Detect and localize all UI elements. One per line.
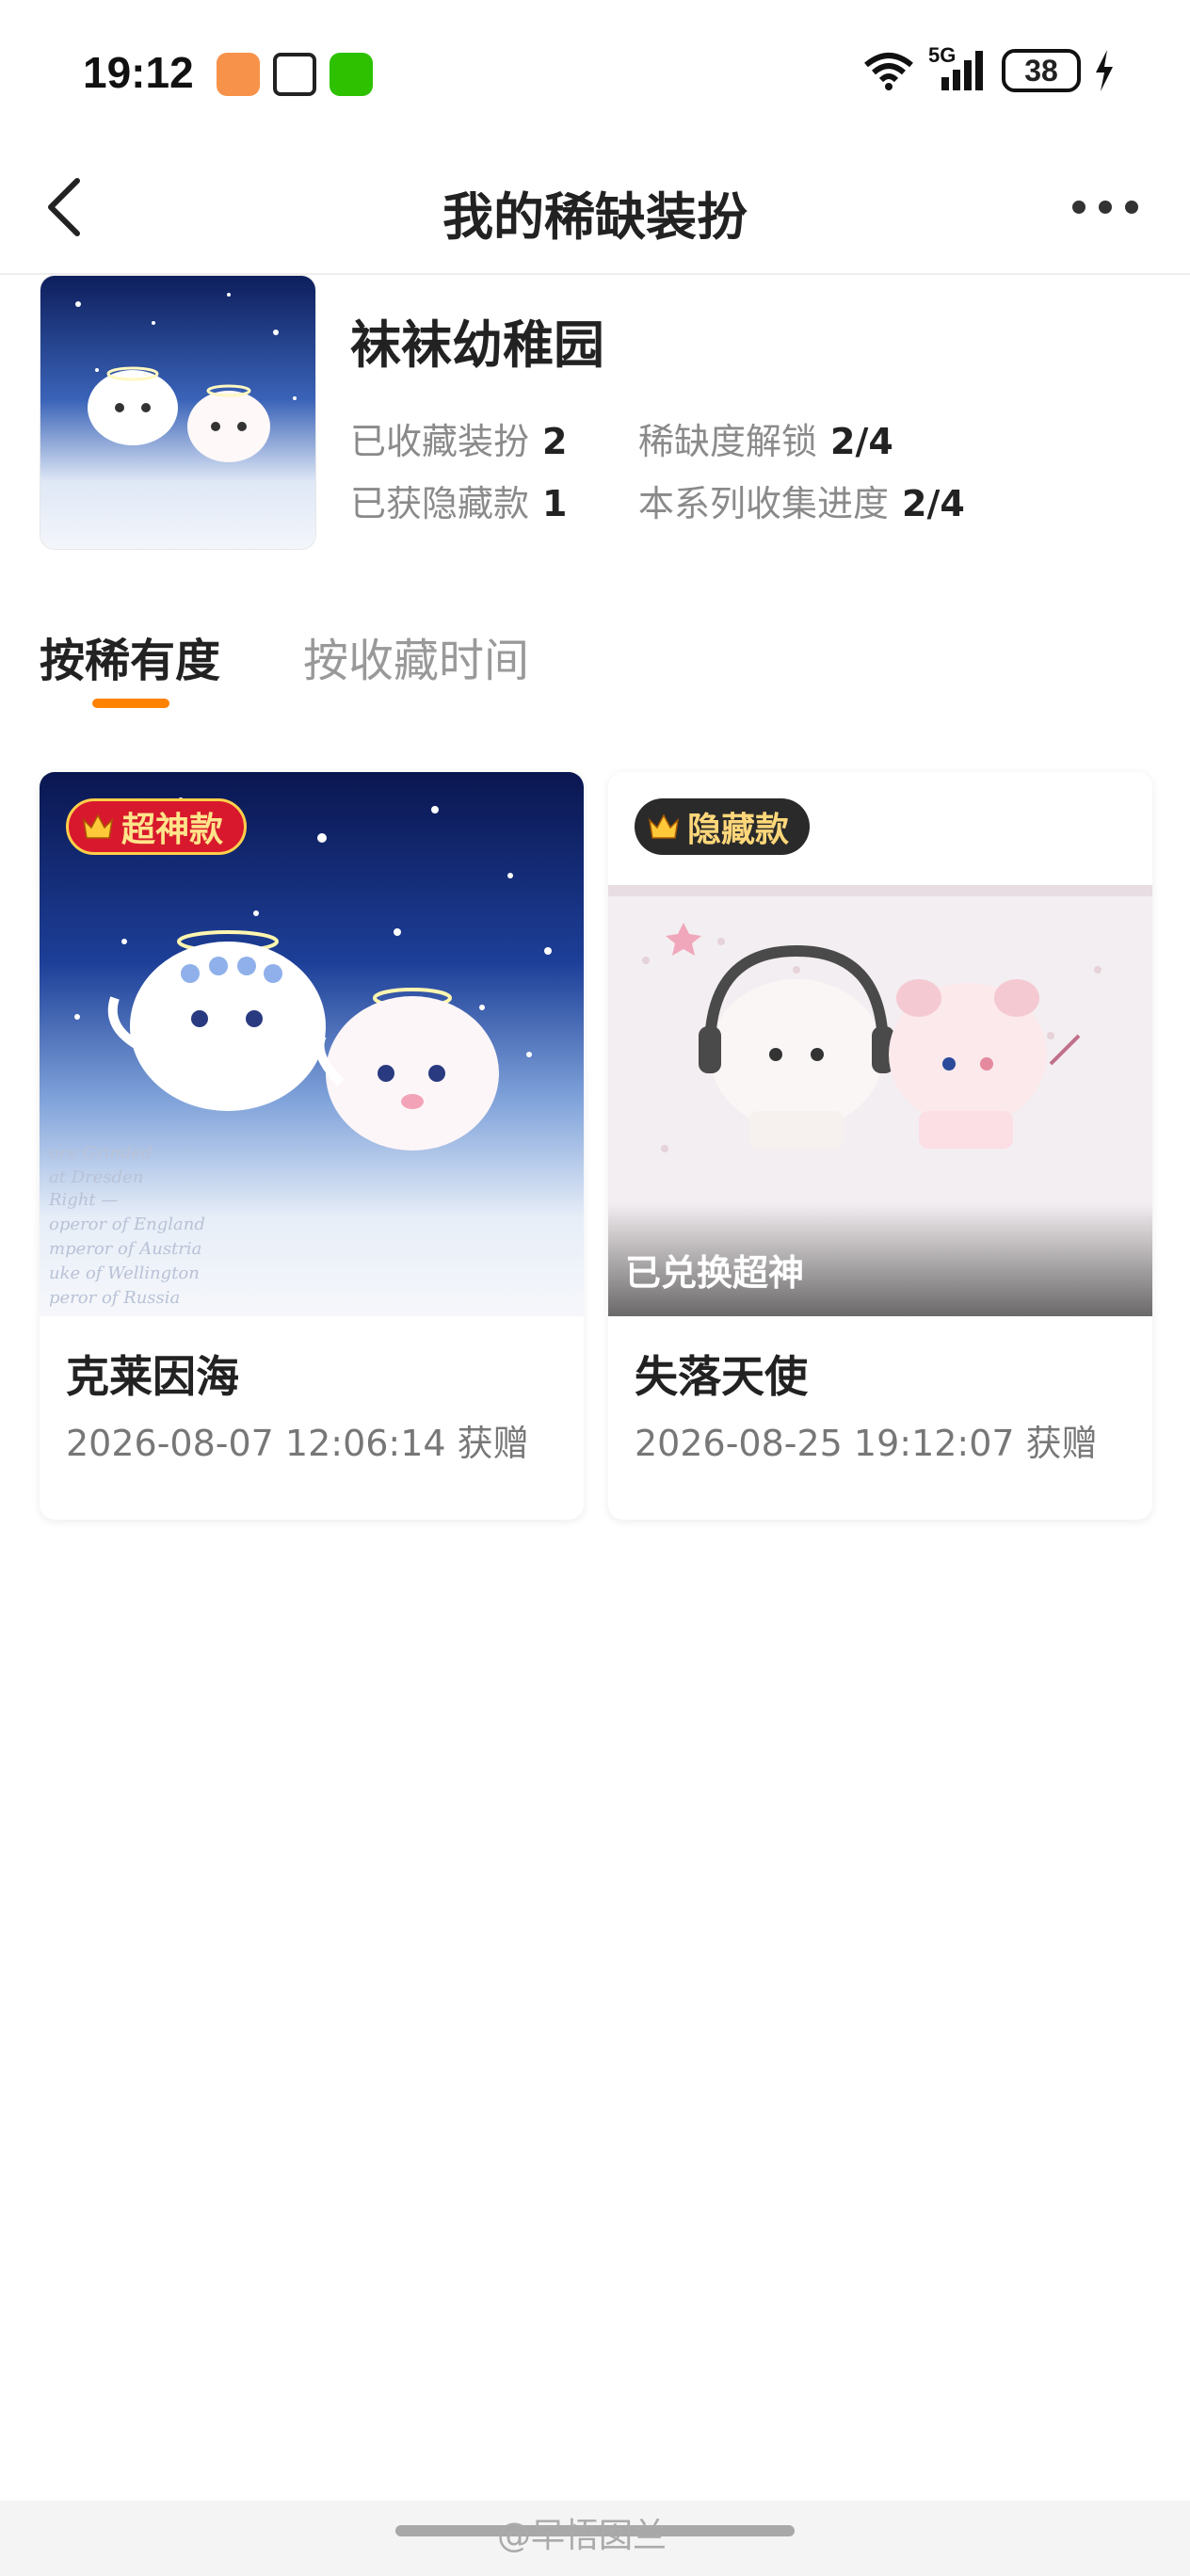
more-dot-icon [1072, 201, 1085, 214]
stat-hidden-obtained: 已获隐藏款 1 [350, 475, 567, 526]
costume-name: 失落天使 [635, 1351, 808, 1402]
svg-text:Right —: Right — [48, 1190, 118, 1210]
stat-collected: 已收藏装扮 2 [350, 412, 567, 464]
battery-indicator: 38 [1002, 49, 1081, 92]
costume-name: 克莱因海 [66, 1351, 239, 1402]
costume-card[interactable]: 已兑换超神 隐藏款 失落天使 2026-08-25 19:12:07 获赠 [608, 772, 1152, 1520]
stat-label: 稀缺度解锁 [638, 421, 818, 462]
stat-label: 本系列收集进度 [638, 483, 890, 524]
crown-icon [648, 813, 680, 839]
svg-text:ore Grinded: ore Grinded [49, 1143, 153, 1163]
series-thumbnail [40, 275, 316, 550]
status-bar: 19:12 5G 38 [0, 0, 1190, 141]
badge-label: 隐藏款 [687, 811, 790, 849]
costume-date: 2026-08-25 19:12:07 获赠 [635, 1423, 1098, 1464]
wechat-notification-icon [330, 53, 373, 96]
more-dot-icon [1125, 201, 1138, 214]
crown-icon [82, 813, 114, 839]
svg-text:at Dresden: at Dresden [49, 1167, 143, 1187]
bottom-area: @早悟囡兰 [0, 2501, 1190, 2576]
stat-rarity-unlocked: 稀缺度解锁 2/4 [638, 412, 893, 464]
tab-by-rarity[interactable]: 按稀有度 [40, 623, 220, 689]
status-indicators: 5G 38 [862, 43, 1115, 92]
stat-label: 已获隐藏款 [350, 483, 530, 524]
svg-text:mperor of Austria: mperor of Austria [49, 1239, 201, 1259]
svg-text:peror of Russia: peror of Russia [49, 1288, 180, 1308]
more-button[interactable] [1058, 179, 1152, 235]
page-title: 我的稀缺装扮 [442, 187, 748, 247]
costume-date: 2026-08-07 12:06:14 获赠 [66, 1423, 529, 1464]
nav-bar: 我的稀缺装扮 [0, 141, 1190, 275]
stat-series-progress: 本系列收集进度 2/4 [638, 475, 965, 526]
badge-label: 超神款 [121, 811, 224, 849]
gallery-notification-icon [273, 53, 316, 96]
rarity-badge: 隐藏款 [635, 798, 811, 855]
costume-card[interactable]: ore Grinded at Dresden Right — operor of… [40, 772, 584, 1520]
watermark-text: @早悟囡兰 [497, 2517, 667, 2555]
stat-value: 2/4 [830, 421, 893, 462]
series-title: 袜袜幼稚园 [350, 315, 604, 375]
rarity-badge: 超神款 [66, 798, 248, 855]
tab-by-collect-time[interactable]: 按收藏时间 [303, 623, 529, 689]
more-dot-icon [1099, 201, 1112, 214]
cellular-signal-icon: 5G [928, 43, 989, 92]
charging-bolt-icon [1096, 50, 1113, 91]
stat-value: 1 [542, 483, 568, 524]
stat-label: 已收藏装扮 [350, 421, 530, 462]
status-time: 19:12 [83, 48, 194, 97]
svg-text:operor of England: operor of England [49, 1215, 205, 1234]
exchanged-overlay: 已兑换超神 [608, 1203, 1152, 1316]
app-notification-icon [217, 53, 260, 96]
wifi-icon [864, 53, 913, 90]
svg-text:uke of Wellington: uke of Wellington [49, 1264, 200, 1283]
active-tab-indicator [92, 699, 169, 708]
exchanged-label: 已兑换超神 [625, 1252, 805, 1294]
stat-value: 2/4 [902, 483, 965, 524]
stat-value: 2 [542, 421, 568, 462]
